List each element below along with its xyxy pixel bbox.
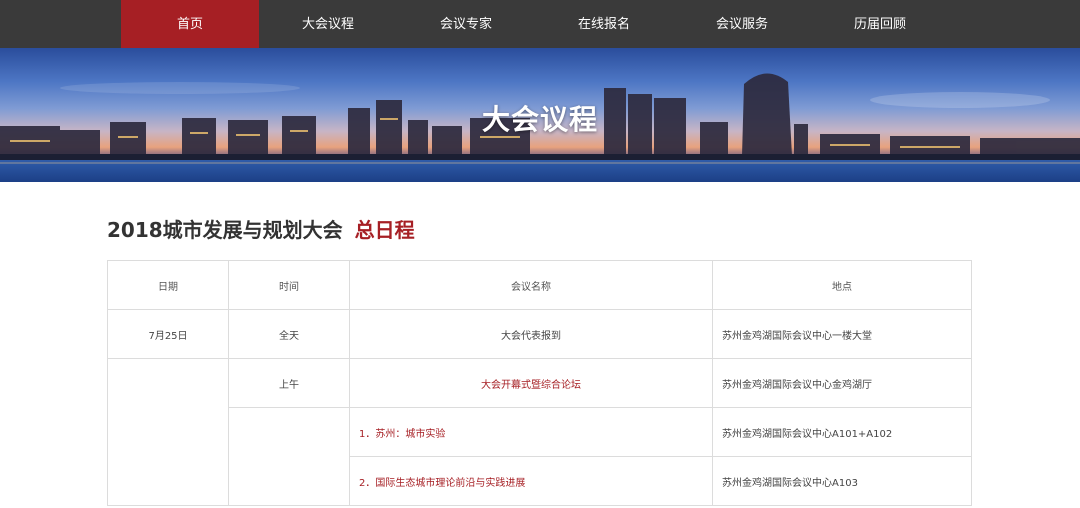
conference-title: 2018城市发展与规划大会 [107, 218, 343, 242]
table-row: 7月25日 全天 大会代表报到 苏州金鸡湖国际会议中心一楼大堂 [107, 309, 972, 359]
time-cell: 全天 [228, 309, 350, 359]
banner-title: 大会议程 [481, 103, 598, 136]
nav-item-agenda[interactable]: 大会议程 [259, 0, 397, 48]
page-title: 2018城市发展与规划大会 总日程 [107, 214, 415, 244]
session-name-link[interactable]: 大会开幕式暨综合论坛 [349, 358, 713, 408]
nav-item-experts[interactable]: 会议专家 [397, 0, 535, 48]
table-header-row: 日期 时间 会议名称 地点 [107, 260, 972, 310]
location-cell: 苏州金鸡湖国际会议中心A103 [712, 456, 972, 506]
banner: 大会议程 [0, 48, 1080, 182]
location-cell: 苏州金鸡湖国际会议中心金鸡湖厅 [712, 358, 972, 408]
table-row: 上午 大会开幕式暨综合论坛 苏州金鸡湖国际会议中心金鸡湖厅 [107, 358, 972, 506]
schedule-label: 总日程 [354, 218, 415, 242]
session-name-link[interactable]: 2．国际生态城市理论前沿与实践进展 [349, 456, 713, 506]
session-name-cell: 大会代表报到 [349, 309, 713, 359]
schedule-table: 日期 时间 会议名称 地点 7月25日 全天 大会代表报到 苏州金鸡湖国际会议中… [107, 260, 972, 506]
time-cell [228, 407, 350, 506]
date-cell: 7月25日 [107, 309, 229, 359]
column-header-name: 会议名称 [349, 260, 713, 310]
column-header-time: 时间 [228, 260, 350, 310]
column-header-date: 日期 [107, 260, 229, 310]
nav-item-registration[interactable]: 在线报名 [535, 0, 673, 48]
time-cell: 上午 [228, 358, 350, 408]
column-header-location: 地点 [712, 260, 972, 310]
date-cell [107, 358, 229, 506]
location-cell: 苏州金鸡湖国际会议中心一楼大堂 [712, 309, 972, 359]
nav-item-services[interactable]: 会议服务 [673, 0, 811, 48]
table-row: 1．苏州：城市实验 苏州金鸡湖国际会议中心A101+A102 [108, 407, 972, 506]
nav-item-review[interactable]: 历届回顾 [811, 0, 949, 48]
top-navigation: 首页 大会议程 会议专家 在线报名 会议服务 历届回顾 [0, 0, 1080, 48]
session-name-link[interactable]: 1．苏州：城市实验 [349, 407, 713, 457]
location-cell: 苏州金鸡湖国际会议中心A101+A102 [712, 407, 972, 457]
nav-item-home[interactable]: 首页 [121, 0, 259, 48]
